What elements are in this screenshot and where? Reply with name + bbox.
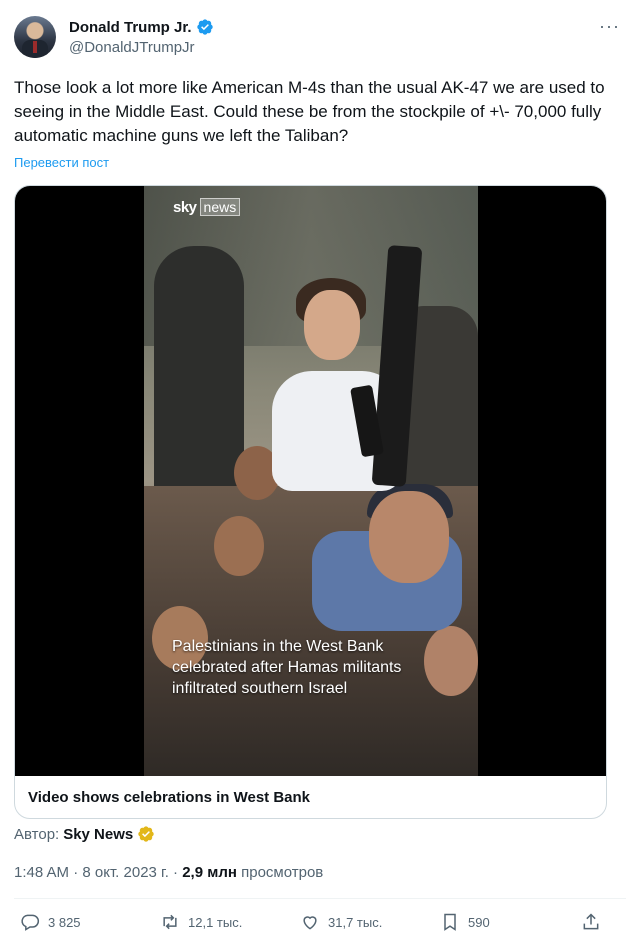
reply-icon <box>21 914 40 931</box>
avatar[interactable] <box>14 16 56 58</box>
action-bar: 3 825 12,1 тыс. 31,7 тыс. 590 <box>20 912 610 938</box>
like-icon <box>303 916 317 930</box>
like-button[interactable]: 31,7 тыс. <box>300 912 382 932</box>
reply-button[interactable]: 3 825 <box>20 912 81 932</box>
video-caption: Palestinians in the West Bank celebrated… <box>172 638 402 697</box>
display-name[interactable]: Donald Trump Jr. <box>69 19 192 36</box>
video-player[interactable]: sky news Palestinians in the West Bank c… <box>15 186 606 776</box>
repost-button[interactable]: 12,1 тыс. <box>160 912 242 932</box>
translate-link[interactable]: Перевести пост <box>14 155 109 170</box>
share-icon <box>583 913 599 930</box>
attribution-prefix: Автор: <box>14 825 60 843</box>
views-label: просмотров <box>241 864 324 881</box>
reply-count: 3 825 <box>48 914 81 930</box>
sky-news-logo: sky news <box>173 198 241 216</box>
meta-separator: · <box>173 864 179 881</box>
share-button[interactable] <box>581 912 601 932</box>
name-row: Donald Trump Jr. <box>69 18 214 36</box>
bookmark-count: 590 <box>468 914 490 930</box>
child-head <box>304 290 360 360</box>
avatar-tie <box>33 41 37 53</box>
views-count: 2,9 млн <box>182 864 237 881</box>
verified-icon[interactable] <box>196 18 214 36</box>
attribution-source[interactable]: Sky News <box>63 826 133 843</box>
tweet-time[interactable]: 1:48 AM <box>14 864 69 881</box>
tweet-header: Donald Trump Jr. @DonaldJTrumpJr ··· <box>14 14 626 64</box>
sky-wordmark: sky <box>173 198 197 216</box>
man-head <box>369 491 449 583</box>
handle[interactable]: @DonaldJTrumpJr <box>69 39 195 56</box>
bookmark-icon <box>444 913 456 931</box>
divider <box>14 898 626 899</box>
tweet-date[interactable]: 8 окт. 2023 г. <box>82 864 168 881</box>
meta-separator: · <box>73 864 79 881</box>
media-card-title[interactable]: Video shows celebrations in West Bank <box>28 789 310 806</box>
media-card[interactable]: sky news Palestinians in the West Bank c… <box>14 185 607 819</box>
gold-verified-icon <box>138 826 154 842</box>
tweet-text: Those look a lot more like American M-4s… <box>14 78 605 145</box>
bookmark-button[interactable]: 590 <box>440 912 490 932</box>
repost-icon <box>163 914 177 930</box>
tweet-meta: 1:48 AM · 8 окт. 2023 г. · 2,9 млн просм… <box>14 864 323 881</box>
repost-count: 12,1 тыс. <box>188 914 243 930</box>
like-count: 31,7 тыс. <box>328 914 383 930</box>
crowd-head <box>214 516 264 576</box>
attribution: Автор: Sky News <box>14 825 155 843</box>
news-wordmark: news <box>199 198 241 216</box>
more-icon[interactable]: ··· <box>599 16 620 37</box>
